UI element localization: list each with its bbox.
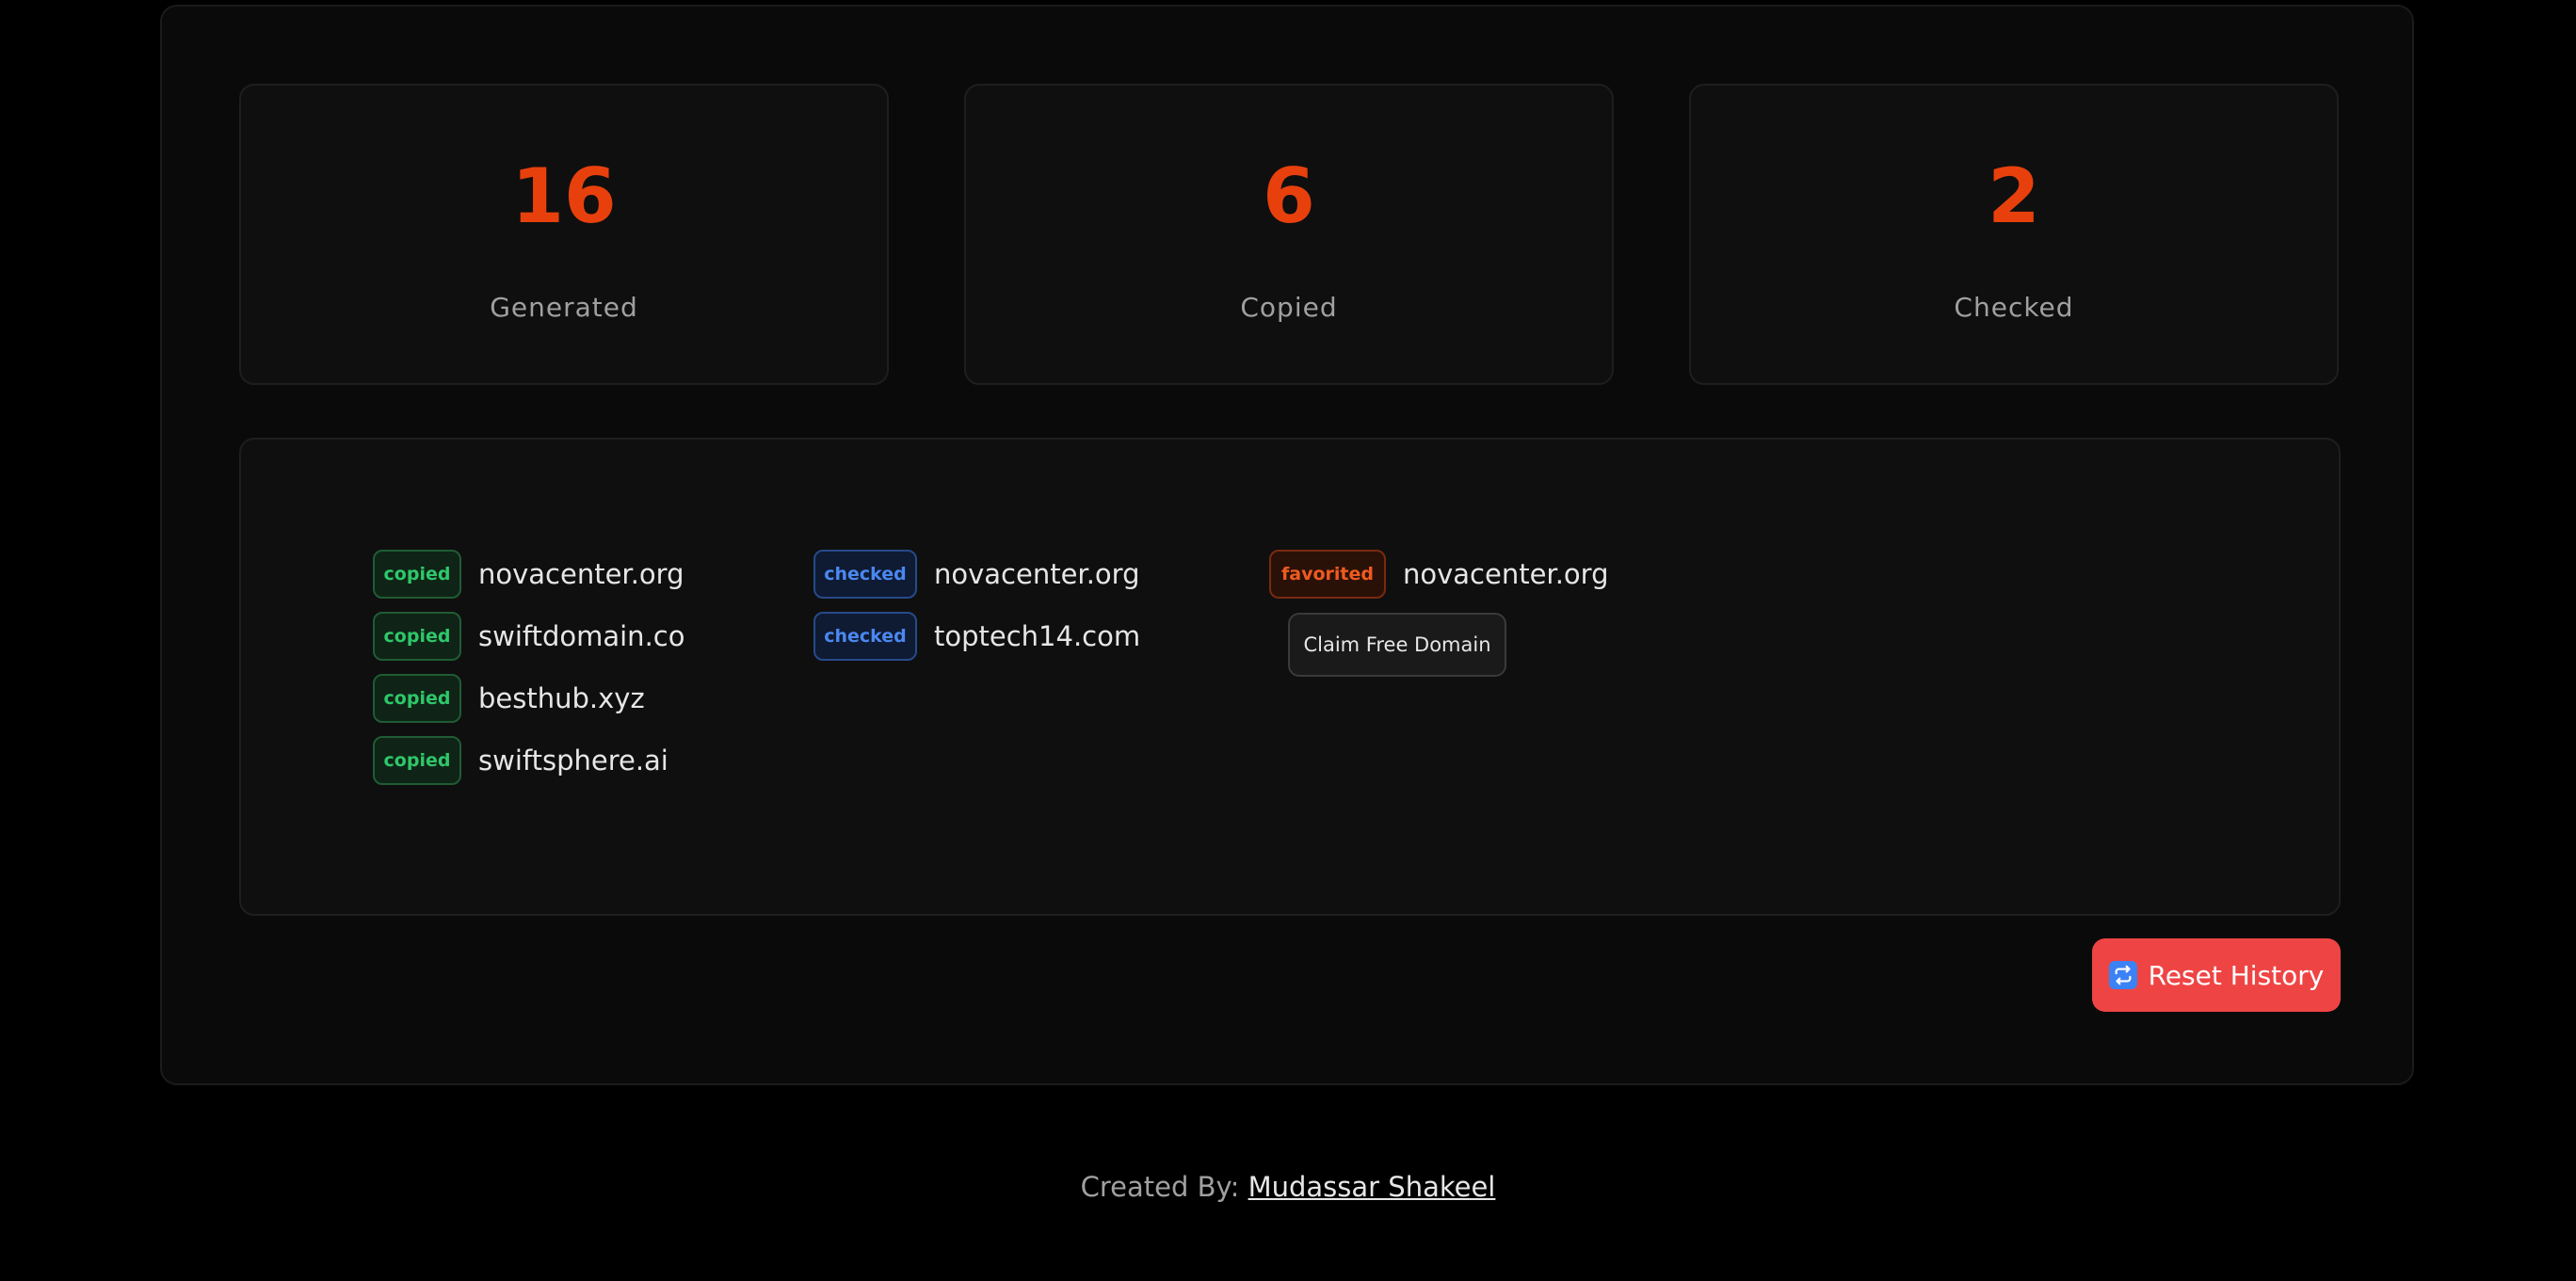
domain-name: swiftdomain.co [478,620,685,652]
footer-prefix: Created By: [1080,1171,1240,1203]
stat-label-copied: Copied [1240,292,1338,323]
favorited-column: favorited novacenter.org [1269,543,1608,605]
reset-history-button[interactable]: Reset History [2092,938,2341,1012]
stat-value-copied: 6 [1263,152,1315,240]
list-item: copied besthub.xyz [373,667,684,729]
repeat-icon [2108,961,2137,989]
claim-free-domain-button[interactable]: Claim Free Domain [1288,613,1506,677]
copied-badge: copied [373,736,461,785]
list-item: copied swiftsphere.ai [373,729,684,792]
list-item: favorited novacenter.org [1269,543,1608,605]
footer-credit: Created By: Mudassar Shakeel [0,1171,2576,1203]
author-link[interactable]: Mudassar Shakeel [1248,1171,1496,1203]
list-item: copied swiftdomain.co [373,605,684,667]
domain-name: novacenter.org [478,558,684,590]
checked-column: checked novacenter.org checked toptech14… [813,543,1140,667]
stat-value-generated: 16 [511,152,617,240]
copied-badge: copied [373,612,461,661]
copied-column: copied novacenter.org copied swiftdomain… [373,543,684,792]
checked-badge: checked [813,612,917,661]
copied-badge: copied [373,550,461,599]
domain-name: swiftsphere.ai [478,745,668,777]
list-item: checked novacenter.org [813,543,1140,605]
list-item: copied novacenter.org [373,543,684,605]
domain-name: novacenter.org [1403,558,1609,590]
domain-name: novacenter.org [934,558,1140,590]
main-panel: 16 Generated 6 Copied 2 Checked copied n… [160,5,2414,1085]
stat-label-generated: Generated [490,292,638,323]
stat-card-checked: 2 Checked [1689,84,2339,385]
reset-history-label: Reset History [2148,959,2325,991]
stat-label-checked: Checked [1954,292,2074,323]
stat-card-copied: 6 Copied [964,84,1614,385]
stat-card-generated: 16 Generated [239,84,889,385]
history-box: copied novacenter.org copied swiftdomain… [239,438,2341,916]
domain-name: besthub.xyz [478,682,645,714]
domain-name: toptech14.com [934,620,1141,652]
stat-value-checked: 2 [1988,152,2040,240]
copied-badge: copied [373,674,461,723]
list-item: checked toptech14.com [813,605,1140,667]
favorited-badge: favorited [1269,550,1386,599]
checked-badge: checked [813,550,917,599]
